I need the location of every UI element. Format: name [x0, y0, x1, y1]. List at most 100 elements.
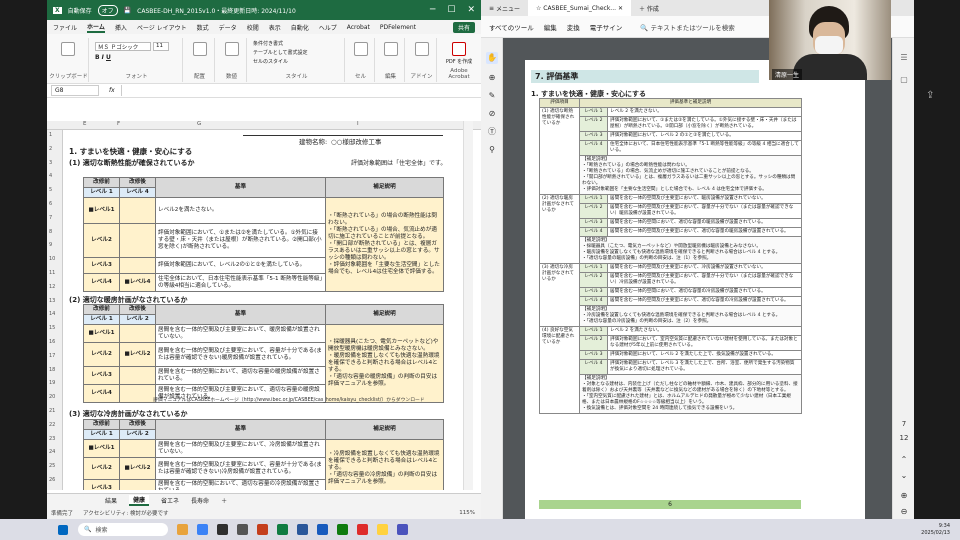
accessibility-status[interactable]: アクセシビリティ: 検討が必要です: [83, 509, 169, 517]
cell-style-button[interactable]: セルのスタイル: [253, 58, 288, 65]
name-box[interactable]: G8: [51, 85, 99, 96]
clock[interactable]: 9:34 2025/02/13: [921, 523, 950, 537]
page-up-icon[interactable]: ⌃: [898, 454, 910, 466]
comment-icon[interactable]: ☰: [898, 52, 910, 64]
star-icon[interactable]: ☆: [536, 5, 543, 12]
row-header[interactable]: 24: [49, 449, 55, 455]
font-name-select[interactable]: ＭＳ Ｐゴシック: [95, 42, 151, 51]
convert-button[interactable]: 変換: [567, 22, 580, 32]
create-tab[interactable]: ＋ 作成: [631, 0, 667, 16]
chrome-icon[interactable]: [377, 524, 388, 535]
addin-icon[interactable]: [415, 42, 429, 56]
row-header[interactable]: 13: [49, 298, 55, 304]
maximize-icon[interactable]: ☐: [447, 5, 455, 15]
add-sheet-icon[interactable]: ＋: [221, 496, 227, 505]
autosave-toggle[interactable]: オフ: [97, 4, 118, 16]
worksheet[interactable]: 建物名称: ○○様邸改修工事 1. すまいを快適・健康・安心にする (1) 適切…: [63, 130, 463, 490]
font-size-select[interactable]: 11: [153, 42, 169, 51]
row-header[interactable]: 2: [49, 146, 52, 152]
row-header[interactable]: 23: [49, 436, 55, 442]
esign-button[interactable]: 電子サイン: [590, 22, 623, 32]
menu-acrobat[interactable]: Acrobat: [347, 24, 370, 31]
zoom-icon[interactable]: [397, 524, 408, 535]
s1-before-level[interactable]: レベル 1: [83, 187, 120, 198]
word-icon[interactable]: [297, 524, 308, 535]
menu-formulas[interactable]: 数式: [197, 23, 209, 32]
excel-icon[interactable]: [277, 524, 288, 535]
menu-tab[interactable]: ≡ メニュー: [481, 0, 528, 16]
row-header[interactable]: 11: [49, 270, 55, 276]
row-header[interactable]: 18: [49, 367, 55, 373]
start-icon[interactable]: [58, 524, 68, 535]
menu-page-layout[interactable]: ページ レイアウト: [137, 23, 187, 32]
row-header[interactable]: 12: [49, 284, 55, 290]
row-header[interactable]: 17: [49, 353, 55, 359]
draw-tool-icon[interactable]: ⊘: [486, 108, 498, 120]
zoom-level[interactable]: 115%: [459, 510, 481, 516]
pen-tool-icon[interactable]: ✎: [486, 90, 498, 102]
row-header[interactable]: 4: [49, 173, 52, 179]
menu-help[interactable]: ヘルプ: [319, 23, 337, 32]
search-tools-input[interactable]: 🔍 テキストまたはツールを検索: [640, 22, 734, 32]
row-header[interactable]: 26: [49, 477, 55, 483]
search-icon[interactable]: [384, 42, 398, 56]
pdf-create-icon[interactable]: [452, 42, 466, 56]
vertical-scrollbar[interactable]: [463, 121, 473, 490]
text-tool-icon[interactable]: Ⓣ: [486, 126, 498, 138]
cell-icon[interactable]: [354, 42, 368, 56]
tab-results[interactable]: 結果: [105, 496, 117, 505]
paste-icon[interactable]: [61, 42, 75, 56]
zoom-tool-icon[interactable]: ⊕: [486, 72, 498, 84]
menu-view[interactable]: 表示: [269, 23, 281, 32]
copilot-icon[interactable]: [217, 524, 228, 535]
app-icon[interactable]: [237, 524, 248, 535]
powerpoint-icon[interactable]: [257, 524, 268, 535]
row-header[interactable]: 1: [49, 132, 52, 138]
row-header[interactable]: 6: [49, 201, 52, 207]
row-header[interactable]: 22: [49, 422, 55, 428]
zoom-out-icon[interactable]: ⊖: [898, 506, 910, 518]
acrobat-icon[interactable]: [357, 524, 368, 535]
conditional-format-button[interactable]: 条件付き書式: [253, 40, 283, 47]
close-icon[interactable]: ✕: [467, 5, 475, 15]
manual-link[interactable]: 評価マニュアルはCASBEEホームページ（http://www.ibec.or.…: [153, 396, 425, 403]
close-tab-icon[interactable]: ✕: [616, 5, 623, 12]
select-tool-icon[interactable]: ✋: [486, 52, 498, 64]
menu-insert[interactable]: 挿入: [115, 23, 127, 32]
row-header[interactable]: 20: [49, 394, 55, 400]
row-header[interactable]: 25: [49, 463, 55, 469]
row-header[interactable]: 5: [49, 187, 52, 193]
stamp-tool-icon[interactable]: ⚲: [486, 144, 498, 156]
teams-icon[interactable]: [317, 524, 328, 535]
table-format-button[interactable]: テーブルとして書式設定: [253, 49, 308, 56]
menu-automate[interactable]: 自動化: [291, 23, 309, 32]
percent-icon[interactable]: [225, 42, 239, 56]
page-down-icon[interactable]: ⌄: [898, 470, 910, 482]
tab-health[interactable]: 健康: [129, 494, 150, 506]
excel2-icon[interactable]: [337, 524, 348, 535]
menu-pdfelement[interactable]: PDFelement: [380, 24, 416, 31]
tab-longevity[interactable]: 長寿命: [191, 496, 209, 505]
row-header[interactable]: 3: [49, 160, 52, 166]
all-tools-button[interactable]: すべてのツール: [489, 22, 534, 32]
s1-after-level[interactable]: レベル 4: [119, 187, 156, 198]
formula-input[interactable]: [120, 85, 481, 96]
menu-file[interactable]: ファイル: [53, 23, 77, 32]
row-header[interactable]: 14: [49, 311, 55, 317]
row-header[interactable]: 16: [49, 339, 55, 345]
row-header[interactable]: 7: [49, 215, 52, 221]
page-current[interactable]: 7: [898, 418, 910, 430]
edit-button[interactable]: 編集: [544, 22, 557, 32]
row-header[interactable]: 8: [49, 229, 52, 235]
pdf-page[interactable]: 7. 評価基準 1. すまいを快適・健康・安心にする 評価項目 評価基準と補足説明…: [525, 60, 865, 519]
minimize-icon[interactable]: ─: [430, 5, 435, 15]
row-header[interactable]: 21: [49, 408, 55, 414]
share-panel-icon[interactable]: ⇪: [926, 90, 946, 110]
row-header[interactable]: 19: [49, 380, 55, 386]
share-button[interactable]: 共有: [452, 21, 475, 33]
zoom-in-icon[interactable]: ⊕: [898, 490, 910, 502]
menu-data[interactable]: データ: [219, 23, 237, 32]
row-header[interactable]: 9: [49, 242, 52, 248]
menu-home[interactable]: ホーム: [87, 22, 105, 33]
file-explorer-icon[interactable]: [177, 524, 188, 535]
